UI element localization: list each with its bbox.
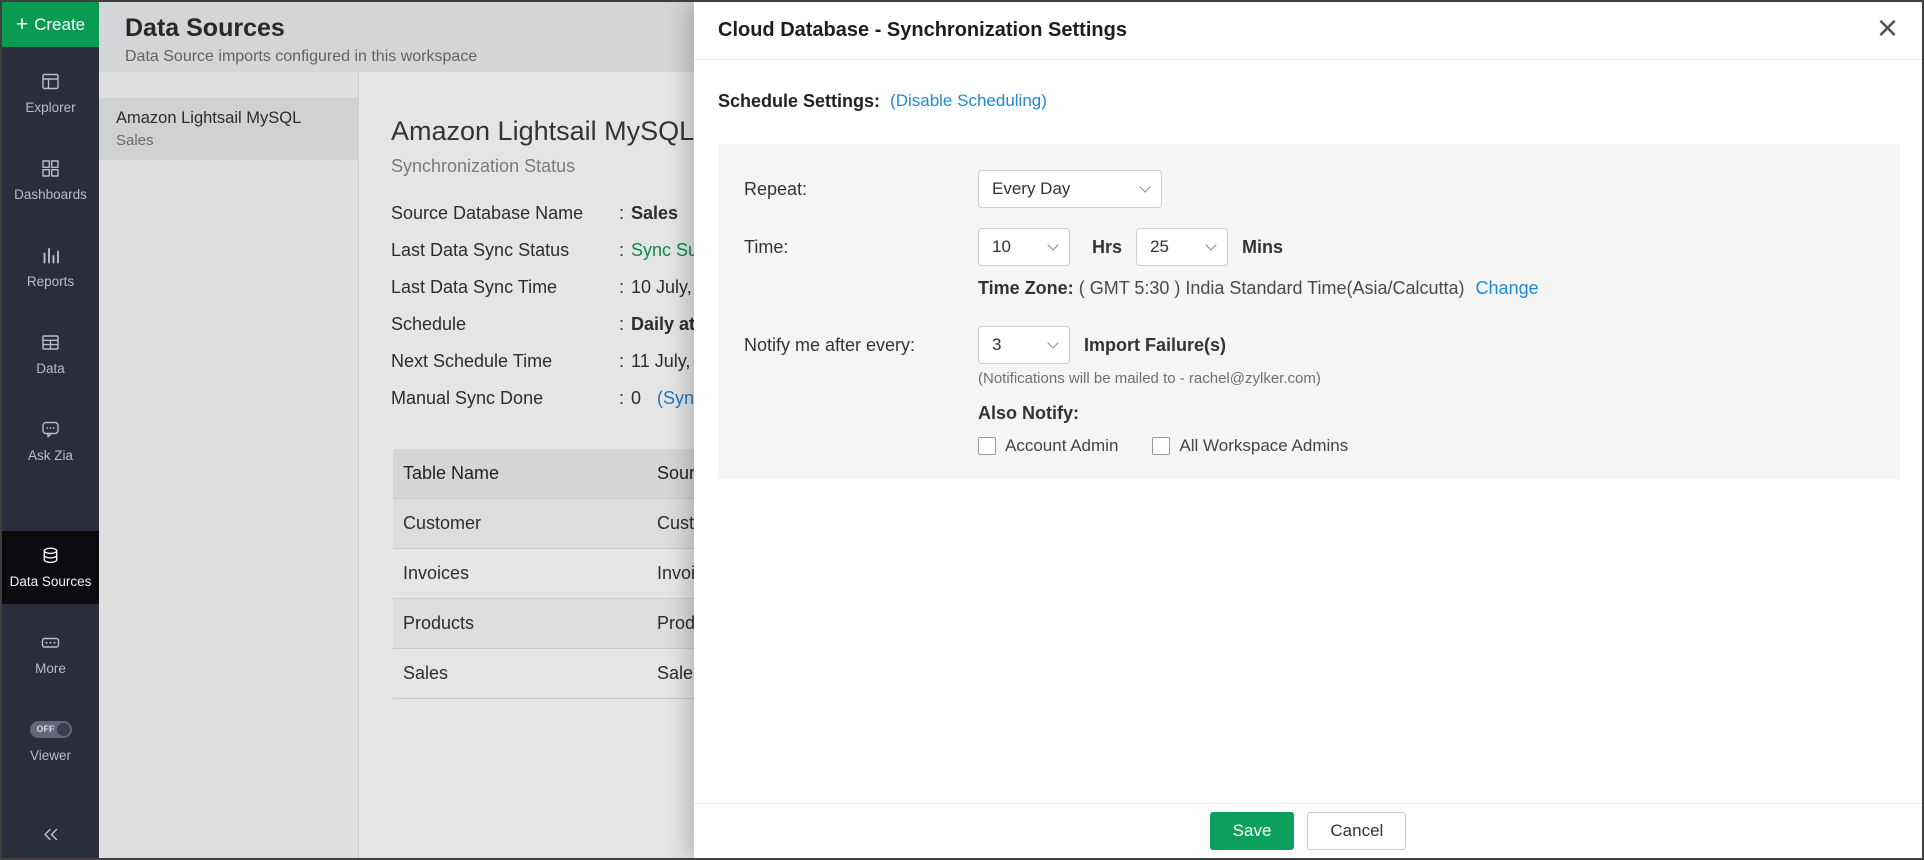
sidebar-item-reports[interactable]: Reports	[2, 231, 99, 304]
reports-icon	[40, 244, 61, 267]
import-failures-label: Import Failure(s)	[1084, 334, 1227, 355]
hours-unit-label: Hrs	[1092, 236, 1123, 257]
sidebar-item-label: Reports	[26, 273, 75, 289]
notify-row: Notify me after every: 3 Import Failure(…	[744, 326, 1874, 364]
close-icon[interactable]: ×	[1877, 9, 1898, 46]
modal-title: Cloud Database - Synchronization Setting…	[718, 19, 1127, 41]
data-table-icon	[40, 331, 61, 354]
checkbox-icon[interactable]	[1152, 437, 1171, 455]
sidebar: + Create Explorer Dashboards Reports Dat…	[2, 2, 99, 858]
chevron-down-icon	[1047, 239, 1059, 251]
collapse-sidebar-button[interactable]	[2, 824, 99, 850]
schedule-settings-panel: Repeat: Every Day Time: 10 Hrs 25 Mins T…	[718, 144, 1900, 479]
sidebar-item-data[interactable]: Data	[2, 318, 99, 391]
ask-zia-icon	[40, 418, 61, 441]
viewer-off-toggle[interactable]: OFF	[29, 721, 72, 739]
hours-selected-value: 10	[992, 237, 1011, 256]
sidebar-item-viewer[interactable]: OFF Viewer	[2, 705, 99, 778]
timezone-change-link[interactable]: Change	[1476, 278, 1539, 298]
viewer-toggle-icon[interactable]: OFF	[29, 718, 72, 741]
also-notify-label: Also Notify:	[978, 403, 1079, 423]
dashboards-icon	[40, 157, 61, 180]
modal-body: Schedule Settings: (Disable Scheduling) …	[694, 60, 1922, 803]
schedule-settings-label: Schedule Settings:	[718, 90, 881, 111]
sidebar-item-label: Explorer	[25, 100, 76, 115]
sidebar-item-label: More	[35, 661, 66, 677]
minutes-unit-label: Mins	[1242, 236, 1284, 257]
app-window: + Create Explorer Dashboards Reports Dat…	[0, 0, 1924, 860]
sidebar-item-label: Data Sources	[9, 574, 92, 590]
sidebar-item-label: Viewer	[29, 748, 72, 764]
create-button-label: Create	[34, 14, 86, 34]
sidebar-item-more[interactable]: More	[2, 618, 99, 691]
save-button[interactable]: Save	[1209, 812, 1295, 850]
sidebar-item-dashboards[interactable]: Dashboards	[2, 144, 99, 217]
sidebar-item-label: Ask Zia	[27, 447, 73, 463]
repeat-selected-value: Every Day	[992, 179, 1071, 198]
sidebar-item-explorer[interactable]: Explorer	[2, 57, 99, 130]
hours-select[interactable]: 10	[978, 228, 1070, 266]
account-admin-checkbox[interactable]: Account Admin	[978, 436, 1118, 456]
minutes-select[interactable]: 25	[1136, 228, 1229, 266]
chevron-down-icon	[1139, 181, 1151, 193]
account-admin-label: Account Admin	[1005, 436, 1119, 455]
schedule-settings-line: Schedule Settings: (Disable Scheduling)	[718, 90, 1900, 112]
sidebar-item-label: Dashboards	[14, 186, 87, 202]
more-ellipsis-icon	[40, 631, 61, 654]
also-notify-options: Account Admin All Workspace Admins	[978, 435, 1874, 457]
chevron-down-icon	[1205, 239, 1217, 251]
modal-header: Cloud Database - Synchronization Setting…	[694, 2, 1922, 60]
timezone-value: ( GMT 5:30 ) India Standard Time(Asia/Ca…	[1078, 278, 1465, 298]
sidebar-item-ask-zia[interactable]: Ask Zia	[2, 405, 99, 478]
explorer-icon	[40, 70, 61, 93]
repeat-row: Repeat: Every Day	[744, 170, 1874, 208]
minutes-selected-value: 25	[1150, 237, 1169, 256]
notification-email-note: (Notifications will be mailed to - rache…	[978, 370, 1321, 387]
repeat-select[interactable]: Every Day	[978, 170, 1162, 208]
timezone-label: Time Zone:	[978, 278, 1074, 298]
timezone-line: Time Zone: ( GMT 5:30 ) India Standard T…	[978, 278, 1874, 298]
repeat-label: Repeat:	[744, 178, 808, 199]
cancel-button[interactable]: Cancel	[1307, 812, 1407, 850]
sidebar-nav: Explorer Dashboards Reports Data Ask Zia…	[2, 57, 99, 792]
modal-footer: Save Cancel	[694, 803, 1922, 858]
all-workspace-admins-checkbox[interactable]: All Workspace Admins	[1152, 436, 1348, 456]
chevron-down-icon	[1047, 337, 1059, 349]
viewer-toggle-state: OFF	[36, 724, 55, 734]
sync-settings-modal: Cloud Database - Synchronization Setting…	[694, 2, 1922, 858]
double-chevron-left-icon	[40, 824, 61, 850]
failure-count-value: 3	[992, 335, 1002, 354]
disable-scheduling-link[interactable]: (Disable Scheduling)	[890, 91, 1047, 111]
all-workspace-admins-label: All Workspace Admins	[1179, 436, 1349, 455]
data-sources-icon	[40, 544, 61, 567]
plus-icon: +	[15, 13, 29, 36]
sidebar-item-data-sources[interactable]: Data Sources	[2, 531, 99, 605]
checkbox-icon[interactable]	[978, 437, 996, 455]
time-row: Time: 10 Hrs 25 Mins	[744, 228, 1874, 266]
time-label: Time:	[744, 236, 789, 257]
notify-label: Notify me after every:	[744, 334, 916, 355]
sidebar-item-label: Data	[36, 360, 65, 376]
failure-count-select[interactable]: 3	[978, 326, 1070, 364]
create-button[interactable]: + Create	[2, 2, 99, 47]
